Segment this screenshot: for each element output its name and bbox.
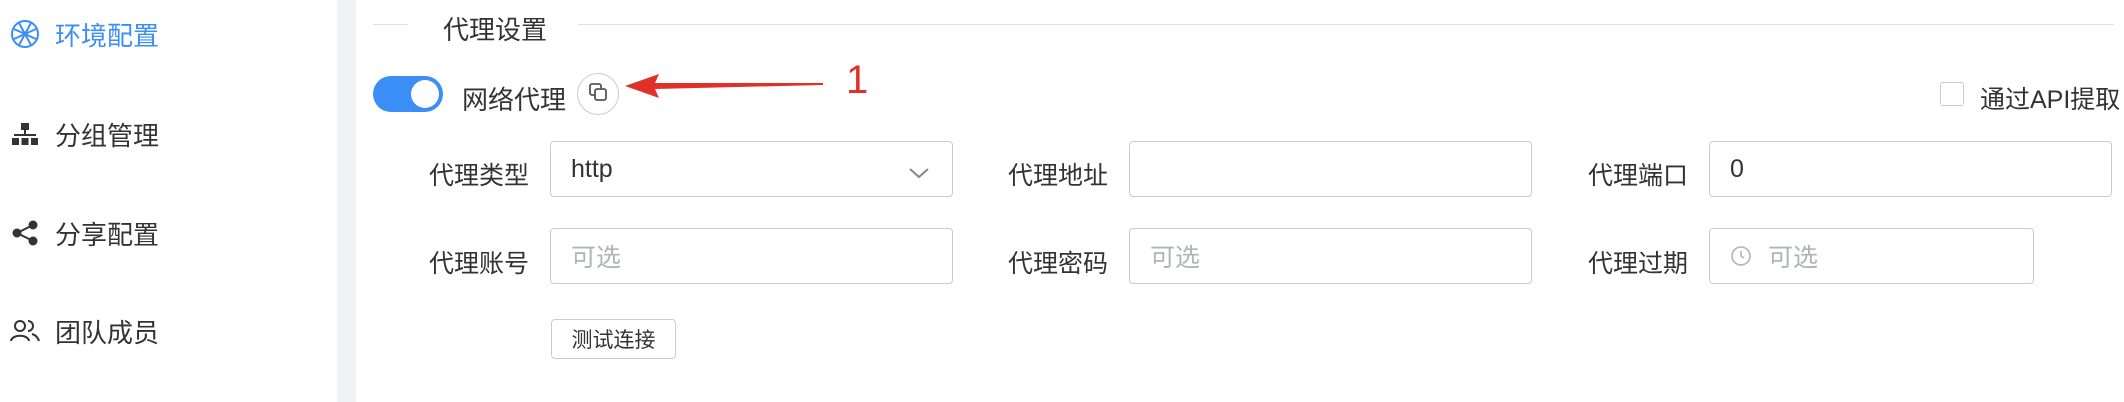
proxy-account-placeholder: 可选 [571,244,622,272]
proxy-address-input[interactable] [1129,141,1532,197]
proxy-address-label: 代理地址 [1008,162,1109,190]
proxy-port-input[interactable]: 0 [1709,141,2112,197]
proxy-type-value: http [571,154,613,183]
sidebar: 环境配置 分组管理 分享配置 团队成员 [0,0,337,402]
chevron-down-icon [908,160,930,189]
clock-icon [1730,245,1752,267]
proxy-type-label: 代理类型 [429,162,530,190]
section-title: 代理设置 [443,15,548,45]
api-extract-label: 通过API提取 [1980,86,2121,114]
proxy-type-select[interactable]: http [550,141,953,197]
proxy-expire-label: 代理过期 [1588,250,1689,278]
proxy-port-label: 代理端口 [1588,162,1689,190]
sidebar-item-environment[interactable]: 环境配置 [9,14,159,54]
team-icon [9,315,41,347]
proxy-account-label: 代理账号 [429,250,530,278]
copy-button[interactable] [577,73,619,115]
copy-icon [587,81,609,108]
org-tree-icon [9,118,41,150]
proxy-expire-placeholder: 可选 [1768,244,1819,272]
proxy-toggle-label: 网络代理 [462,85,567,115]
sidebar-item-team[interactable]: 团队成员 [9,311,159,351]
sidebar-item-groups[interactable]: 分组管理 [9,114,159,154]
sidebar-item-label: 环境配置 [55,20,160,51]
toggle-knob [411,80,439,108]
sidebar-item-label: 团队成员 [55,317,160,348]
sidebar-item-label: 分组管理 [55,120,160,151]
share-icon [9,217,41,249]
section-divider-right [578,24,2114,25]
proxy-password-placeholder: 可选 [1150,244,1201,272]
proxy-toggle[interactable] [373,76,443,112]
globe-icon [9,18,41,50]
proxy-expire-picker[interactable]: 可选 [1709,228,2034,284]
proxy-password-input[interactable]: 可选 [1129,228,1532,284]
sidebar-item-share[interactable]: 分享配置 [9,213,159,253]
annotation-number: 1 [846,58,869,102]
api-extract-checkbox[interactable] [1940,82,1964,106]
sidebar-divider [337,0,356,402]
proxy-account-input[interactable]: 可选 [550,228,953,284]
section-divider-left [373,24,408,25]
test-connection-button[interactable]: 测试连接 [551,319,676,359]
proxy-port-value: 0 [1730,154,1744,183]
proxy-password-label: 代理密码 [1008,250,1109,278]
annotation-arrow [625,74,823,98]
sidebar-item-label: 分享配置 [55,219,160,250]
